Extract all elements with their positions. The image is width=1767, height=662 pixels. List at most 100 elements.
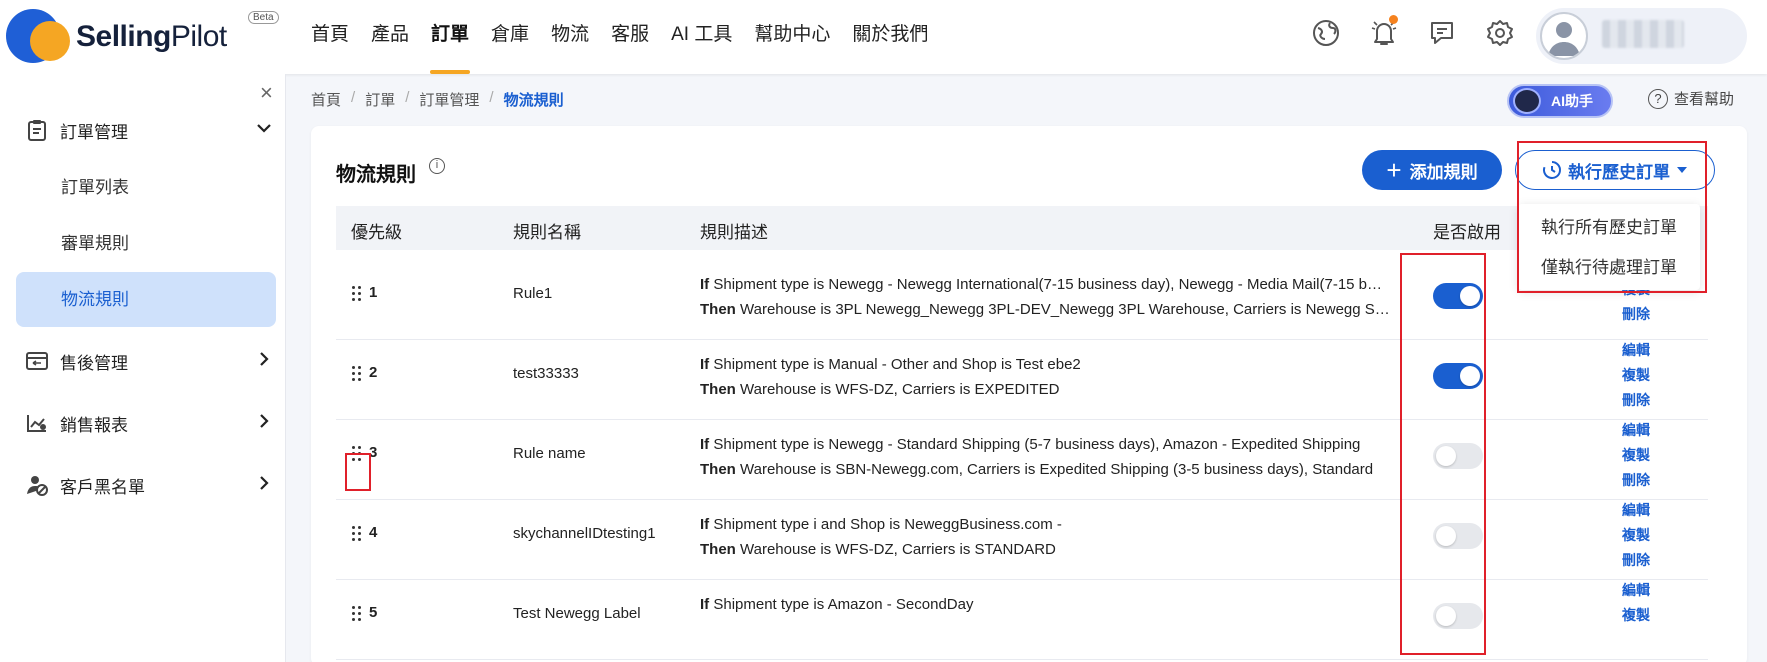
- drag-handle-icon[interactable]: [351, 285, 363, 301]
- brand-name-bold: Selling: [76, 20, 171, 53]
- page-title: 物流規則: [336, 164, 416, 186]
- chart-icon: [26, 412, 48, 434]
- nav-warehouse[interactable]: 倉庫: [480, 0, 540, 74]
- drag-handle-icon[interactable]: [351, 605, 363, 621]
- rule-name: test33333: [513, 365, 579, 382]
- notification-dot: [1389, 15, 1398, 24]
- nav-orders[interactable]: 訂單: [420, 0, 480, 74]
- delete-link[interactable]: 刪除: [1622, 302, 1650, 327]
- logo[interactable]: SellingPilot: [4, 7, 227, 67]
- chevron-right-icon: [256, 351, 272, 372]
- info-icon[interactable]: i: [429, 158, 445, 174]
- gear-icon[interactable]: [1484, 15, 1516, 51]
- globe-icon[interactable]: [1310, 15, 1342, 51]
- column-enabled: 是否啟用: [1433, 223, 1501, 242]
- logo-mark: [4, 7, 70, 67]
- column-rule-description: 規則描述: [700, 223, 768, 242]
- rule-name: Test Newegg Label: [513, 605, 641, 622]
- rule-description: If Shipment type is Amazon - SecondDay: [700, 596, 974, 613]
- add-rule-button[interactable]: + 添加規則: [1362, 150, 1502, 190]
- sidebar-item-review-rules[interactable]: 審單規則: [16, 216, 276, 271]
- feedback-icon[interactable]: [1426, 15, 1458, 51]
- rule-description: If Shipment type i and Shop is NeweggBus…: [700, 516, 1062, 558]
- priority-value: 4: [369, 524, 378, 541]
- rule-name: skychannelIDtesting1: [513, 525, 656, 542]
- bell-icon[interactable]: [1368, 15, 1400, 51]
- priority-value: 1: [369, 284, 378, 301]
- nav-home[interactable]: 首頁: [300, 0, 360, 74]
- return-icon: [26, 350, 48, 372]
- breadcrumb-home[interactable]: 首頁: [311, 89, 341, 110]
- clipboard-icon: [26, 119, 48, 141]
- rule-description: If Shipment type is Newegg - Standard Sh…: [700, 436, 1374, 478]
- plus-icon: +: [1386, 155, 1402, 185]
- drag-handle-icon[interactable]: [351, 525, 363, 541]
- breadcrumb: 首頁 / 訂單 / 訂單管理 / 物流規則: [311, 89, 564, 110]
- priority-value: 5: [369, 604, 378, 621]
- sidebar-group-customer-blacklist[interactable]: 客戶黑名單: [26, 467, 282, 503]
- column-rule-name: 規則名稱: [513, 223, 581, 242]
- chevron-right-icon: [256, 475, 272, 496]
- breadcrumb-orders[interactable]: 訂單: [365, 89, 395, 110]
- highlight-box-toggles: [1400, 253, 1486, 655]
- sidebar-group-label: 訂單管理: [60, 122, 128, 142]
- copy-link[interactable]: 複製: [1622, 523, 1650, 548]
- robot-icon: [1513, 88, 1541, 114]
- help-link[interactable]: ? 查看幫助: [1648, 88, 1734, 109]
- nav-help-center[interactable]: 幫助中心: [743, 0, 841, 74]
- close-icon[interactable]: ×: [260, 80, 273, 106]
- question-icon: ?: [1648, 88, 1668, 109]
- add-rule-label: 添加規則: [1409, 162, 1478, 182]
- user-menu[interactable]: [1536, 8, 1747, 64]
- table-header: 優先級 規則名稱 規則描述 是否啟用: [336, 206, 1708, 250]
- highlight-box-exec-menu: [1517, 141, 1707, 293]
- edit-link[interactable]: 編輯: [1622, 338, 1650, 363]
- edit-link[interactable]: 編輯: [1622, 498, 1650, 523]
- table-row: 1 Rule1 If Shipment type is Newegg - New…: [336, 250, 1708, 340]
- nav-about-us[interactable]: 關於我們: [841, 0, 939, 74]
- edit-link[interactable]: 編輯: [1622, 418, 1650, 443]
- nav-logistics[interactable]: 物流: [540, 0, 600, 74]
- beta-badge: Beta: [248, 11, 279, 24]
- ai-assistant-button[interactable]: AI助手: [1507, 84, 1613, 118]
- drag-handle-icon[interactable]: [351, 365, 363, 381]
- table-row: 5 Test Newegg Label If Shipment type is …: [336, 570, 1708, 660]
- main-nav: 首頁 產品 訂單 倉庫 物流 客服 AI 工具 幫助中心 關於我們: [300, 0, 939, 74]
- user-name-blurred: [1602, 20, 1684, 48]
- sidebar-group-label: 售後管理: [60, 353, 128, 373]
- brand-name-light: Pilot: [170, 20, 227, 53]
- sidebar-group-label: 客戶黑名單: [60, 477, 145, 497]
- edit-link[interactable]: 編輯: [1622, 578, 1650, 603]
- sidebar-group-after-sales[interactable]: 售後管理: [26, 343, 282, 379]
- rule-name: Rule1: [513, 285, 553, 302]
- ai-assistant-label: AI助手: [1551, 93, 1593, 109]
- table-row: 3 Rule name If Shipment type is Newegg -…: [336, 410, 1708, 500]
- user-block-icon: [26, 474, 48, 496]
- sidebar-group-order-management[interactable]: 訂單管理: [26, 112, 282, 148]
- table-row: 2 test33333 If Shipment type is Manual -…: [336, 330, 1708, 420]
- rule-description: If Shipment type is Newegg - Newegg Inte…: [700, 276, 1390, 318]
- sidebar: × 訂單管理 訂單列表 審單規則 物流規則 售後管理 銷售報表 客戶黑名單: [0, 74, 286, 662]
- sidebar-item-logistics-rules[interactable]: 物流規則: [16, 272, 276, 327]
- chevron-down-icon: [256, 120, 272, 141]
- top-icons: [1310, 15, 1516, 51]
- copy-link[interactable]: 複製: [1622, 603, 1650, 628]
- copy-link[interactable]: 複製: [1622, 443, 1650, 468]
- breadcrumb-order-management[interactable]: 訂單管理: [419, 89, 479, 110]
- nav-ai-tools[interactable]: AI 工具: [660, 0, 743, 74]
- sidebar-group-label: 銷售報表: [60, 415, 128, 435]
- rule-description: If Shipment type is Manual - Other and S…: [700, 356, 1081, 398]
- highlight-box-drag-handle: [345, 453, 371, 491]
- sidebar-group-sales-report[interactable]: 銷售報表: [26, 405, 282, 441]
- copy-link[interactable]: 複製: [1622, 363, 1650, 388]
- table-row: 4 skychannelIDtesting1 If Shipment type …: [336, 490, 1708, 580]
- nav-customer-service[interactable]: 客服: [600, 0, 660, 74]
- top-bar: SellingPilot Beta 首頁 產品 訂單 倉庫 物流 客服 AI 工…: [0, 0, 1767, 74]
- column-priority: 優先級: [351, 223, 402, 242]
- help-link-label: 查看幫助: [1674, 91, 1735, 108]
- sidebar-item-order-list[interactable]: 訂單列表: [16, 160, 276, 215]
- rule-name: Rule name: [513, 445, 586, 462]
- chevron-right-icon: [256, 413, 272, 434]
- nav-products[interactable]: 產品: [360, 0, 420, 74]
- priority-value: 2: [369, 364, 378, 381]
